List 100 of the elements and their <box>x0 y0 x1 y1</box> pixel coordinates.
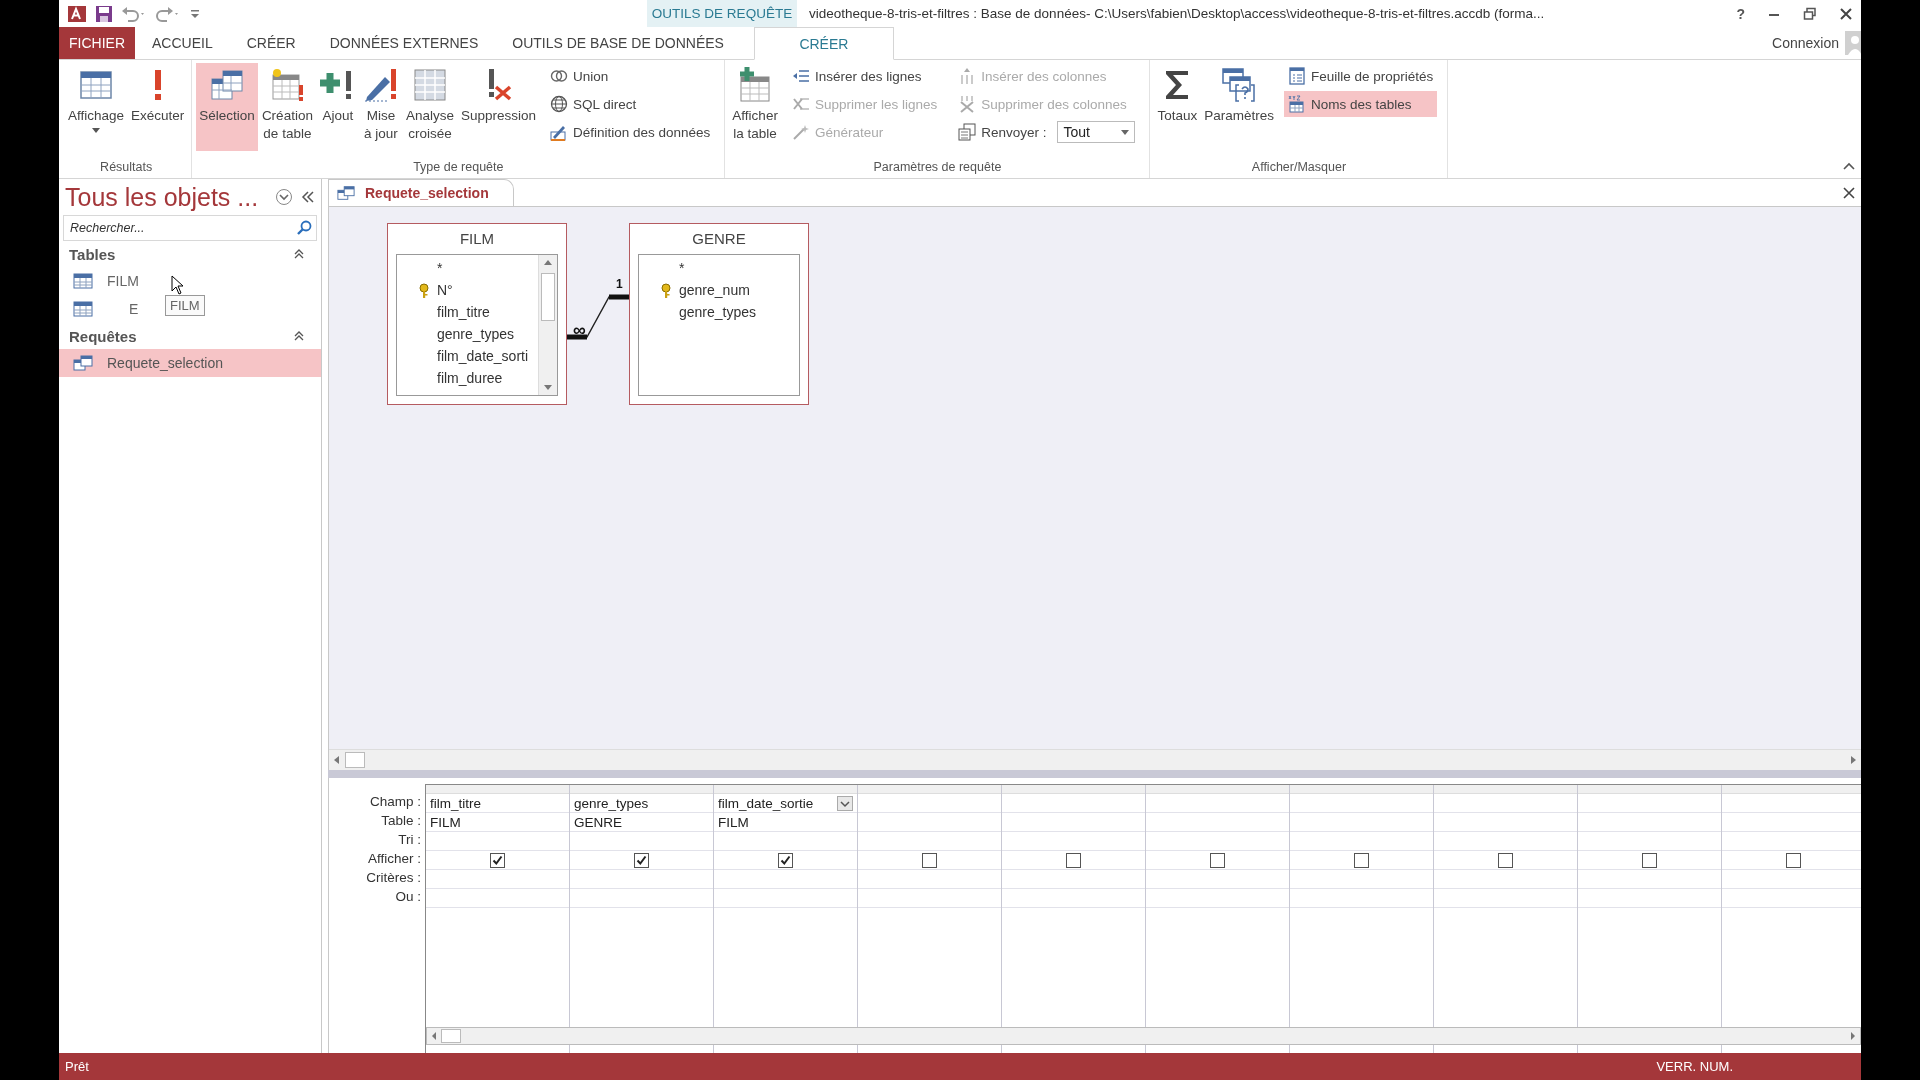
ribbon-button[interactable]: Paramètres <box>1201 63 1278 151</box>
table-icon <box>269 67 306 103</box>
ribbon-tab[interactable]: OUTILS DE BASE DE DONNÉES <box>495 27 741 59</box>
ribbon-tab[interactable]: FICHIER <box>59 27 135 59</box>
table-name: GENRE <box>691 229 747 249</box>
ribbon-button[interactable]: Mise à jour <box>359 63 402 151</box>
field-name[interactable]: * <box>679 260 685 276</box>
help-button[interactable]: ? <box>1736 5 1745 22</box>
scrollbar[interactable] <box>426 1027 1861 1045</box>
restore-icon[interactable] <box>1803 6 1817 21</box>
ribbon-tab[interactable]: ACCUEIL <box>135 27 230 59</box>
key-icon <box>661 283 671 299</box>
scroll-thumb[interactable] <box>541 273 555 321</box>
relationship-line[interactable] <box>567 293 631 341</box>
search-icon[interactable] <box>296 220 312 236</box>
field-name[interactable]: film_date_sorti <box>437 348 529 364</box>
ribbon-tab[interactable]: CRÉER <box>753 27 894 60</box>
checkbox[interactable] <box>1354 852 1369 868</box>
navigation-pane-title[interactable]: Tous les objets ... <box>65 182 267 212</box>
navigation-item[interactable]: Requete_selection <box>107 355 223 371</box>
ribbon-group-label: Afficher/Masquer <box>1250 159 1348 176</box>
ribbon-button[interactable]: Sélection <box>196 63 258 151</box>
tables-icon <box>209 67 246 103</box>
ribbon-button[interactable]: Noms des tables <box>1284 91 1438 117</box>
checkbox[interactable] <box>778 852 793 868</box>
ribbon-button[interactable]: Afficher la table <box>729 63 781 151</box>
close-icon[interactable] <box>1843 186 1855 199</box>
tooltip: FILM <box>165 295 205 316</box>
checkbox[interactable] <box>634 852 649 868</box>
field-cell[interactable]: genre_types <box>570 794 713 813</box>
navigation-item[interactable]: FILM <box>107 273 139 289</box>
table-icon <box>1288 95 1307 113</box>
ribbon-button[interactable]: SQL direct <box>546 91 715 117</box>
scroll-thumb[interactable] <box>441 1029 461 1043</box>
ribbon-button[interactable]: Création de table <box>258 63 316 151</box>
field-name[interactable]: genre_types <box>679 304 757 320</box>
num-lock-indicator: VERR. NUM. <box>1656 1059 1733 1074</box>
ribbon-button[interactable]: Définition des données <box>546 119 715 145</box>
ribbon-button[interactable]: Feuille de propriétés <box>1284 63 1438 89</box>
table-cell[interactable]: FILM <box>714 813 857 832</box>
collapse-icon[interactable] <box>293 330 305 342</box>
checkbox[interactable] <box>922 852 937 868</box>
ribbon-button[interactable]: Analyse croisée <box>402 63 457 151</box>
scrollbar[interactable] <box>329 749 1861 770</box>
section-header[interactable]: Tables <box>69 245 116 263</box>
field-name[interactable]: film_titre <box>437 304 490 320</box>
field-list[interactable]: FILM * N° film_titre genre_types film_date_sorti film_duree <box>387 223 567 405</box>
property-sheet-icon <box>1288 67 1307 85</box>
ribbon-tab[interactable]: CRÉER <box>229 27 313 59</box>
collapse-icon[interactable] <box>293 248 305 260</box>
checkbox[interactable] <box>1066 852 1081 868</box>
field-list[interactable]: GENRE * genre_num genre_types <box>629 223 809 405</box>
row-label: Ou : <box>395 888 421 906</box>
section-header[interactable]: Requêtes <box>69 327 137 345</box>
dropdown-icon[interactable] <box>837 795 853 811</box>
ribbon-button[interactable]: Totaux <box>1154 63 1201 151</box>
checkbox[interactable] <box>1210 852 1225 868</box>
return-dropdown[interactable]: Tout <box>1057 121 1136 143</box>
ribbon-button[interactable]: Exécuter <box>128 63 188 151</box>
field-name[interactable]: film_duree <box>437 370 503 386</box>
grid-icon <box>411 67 448 103</box>
ribbon-group-label: Paramètres de requête <box>872 159 1003 176</box>
checkbox[interactable] <box>1498 852 1513 868</box>
scroll-thumb[interactable] <box>345 752 365 768</box>
ribbon-button[interactable]: Ajout <box>316 63 359 151</box>
save-icon[interactable] <box>95 4 113 23</box>
close-icon[interactable] <box>1839 6 1853 21</box>
ribbon-button[interactable]: Union <box>546 63 715 89</box>
user-avatar-icon[interactable] <box>1845 31 1861 55</box>
scrollbar[interactable] <box>538 255 557 395</box>
checkbox[interactable] <box>1786 852 1801 868</box>
ribbon-button[interactable]: Affichage <box>65 63 128 151</box>
checkbox[interactable] <box>490 852 505 868</box>
pencil-icon <box>550 123 568 141</box>
table-cell[interactable]: FILM <box>426 813 569 832</box>
document-tab[interactable]: Requete_selection <box>328 179 514 206</box>
ribbon-group-label: Résultats <box>99 159 154 176</box>
field-cell[interactable]: film_date_sortie <box>714 794 857 813</box>
ribbon-button[interactable]: Suppression <box>457 63 539 151</box>
collapse-pane-icon[interactable] <box>301 190 315 204</box>
checkbox[interactable] <box>1642 852 1657 868</box>
search-field[interactable]: Rechercher... <box>63 215 317 241</box>
ribbon-group-label: Type de requête <box>412 159 505 176</box>
undo-icon[interactable] <box>121 4 147 23</box>
field-name[interactable]: * <box>437 260 443 276</box>
field-cell[interactable]: film_titre <box>426 794 569 813</box>
field-name[interactable]: N° <box>437 282 453 298</box>
key-icon <box>419 283 429 299</box>
table-cell[interactable]: GENRE <box>570 813 713 832</box>
contextual-tab-label: OUTILS DE REQUÊTE <box>651 6 793 21</box>
collapse-ribbon-icon[interactable] <box>1843 162 1855 170</box>
sign-in-link[interactable]: Connexion <box>1772 35 1839 51</box>
field-name[interactable]: genre_num <box>679 282 750 298</box>
redo-icon[interactable] <box>155 4 181 23</box>
ribbon-tab[interactable]: DONNÉES EXTERNES <box>312 27 496 59</box>
ribbon-button[interactable]: Insérer des lignes <box>787 63 942 89</box>
navigation-item[interactable]: E <box>129 301 139 317</box>
field-name[interactable]: genre_types <box>437 326 515 342</box>
mouse-cursor-icon <box>171 275 185 295</box>
dropdown-icon[interactable] <box>275 188 293 206</box>
